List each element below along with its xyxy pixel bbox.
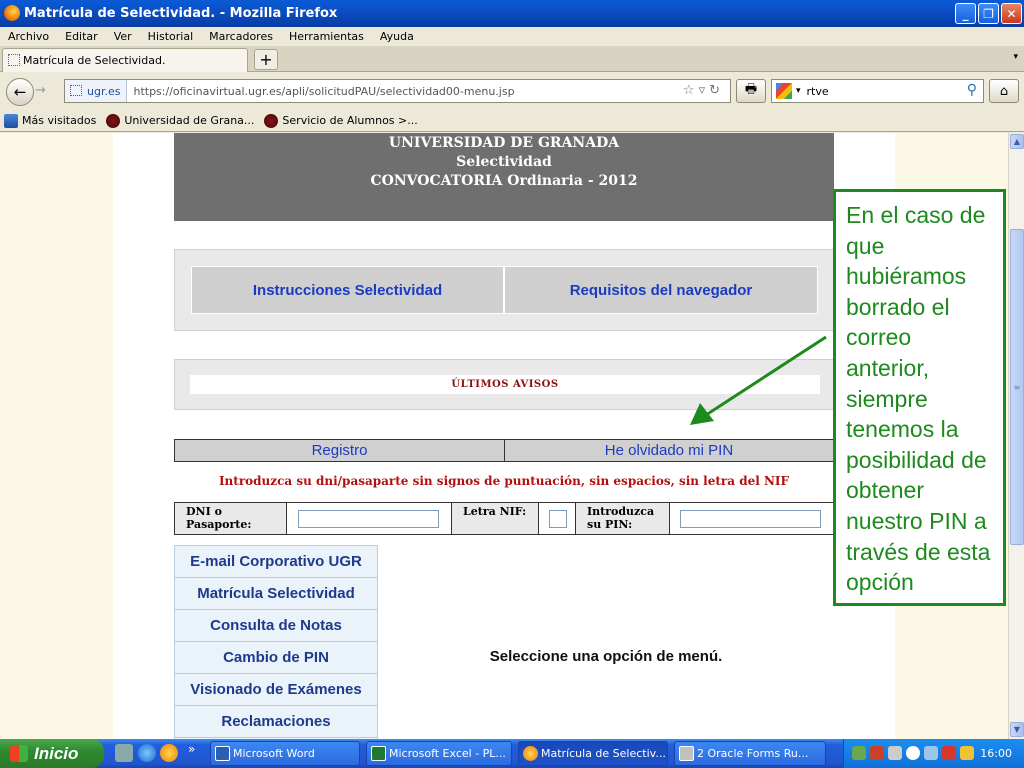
- search-bar[interactable]: ▾ rtve ⚲: [771, 79, 984, 103]
- search-input[interactable]: rtve: [807, 85, 829, 98]
- taskbar-label: Microsoft Excel - PL...: [389, 747, 506, 760]
- oracle-forms-icon: [679, 746, 694, 761]
- bookmark-universidad[interactable]: Universidad de Grana...: [106, 113, 255, 128]
- minimize-button[interactable]: _: [955, 3, 976, 24]
- taskbar-excel[interactable]: Microsoft Excel - PL...: [366, 741, 512, 766]
- taskbar-word[interactable]: Microsoft Word: [210, 741, 360, 766]
- bookmark-label: Servicio de Alumnos >...: [282, 114, 418, 127]
- firefox-quicklaunch-icon[interactable]: [160, 744, 178, 762]
- network-icon[interactable]: [852, 746, 866, 760]
- bookmarks-bar: Más visitados Universidad de Grana... Se…: [0, 110, 1024, 132]
- page-content: UNIVERSIDAD DE GRANADA Selectividad CONV…: [0, 133, 1008, 739]
- start-button[interactable]: Inicio: [0, 739, 104, 768]
- tab-matricula[interactable]: Matrícula de Selectividad.: [2, 48, 248, 72]
- tray-panda-icon[interactable]: [906, 746, 920, 760]
- site-identity-label: ugr.es: [87, 84, 121, 98]
- windows-logo-icon: [10, 745, 28, 762]
- google-icon[interactable]: [776, 83, 792, 99]
- tab-title: Matrícula de Selectividad.: [23, 54, 166, 67]
- bookmark-label: Universidad de Grana...: [124, 114, 255, 127]
- page-icon: [70, 85, 82, 96]
- excel-icon: [371, 746, 386, 761]
- ie-icon[interactable]: [138, 744, 156, 762]
- menu-herramientas[interactable]: Herramientas: [289, 30, 364, 43]
- url-input[interactable]: https://oficinavirtual.ugr.es/apli/solic…: [127, 85, 730, 98]
- tab-list-icon[interactable]: ▾: [1013, 52, 1018, 62]
- taskbar-label: Microsoft Word: [233, 747, 315, 760]
- ugr-logo-icon: [106, 113, 121, 128]
- bookmark-star-icon[interactable]: ☆▿↻: [683, 83, 724, 98]
- print-button[interactable]: 🖶: [736, 79, 766, 103]
- navigation-bar: ← → ugr.es https://oficinavirtual.ugr.es…: [0, 72, 1024, 110]
- search-engine-dropdown-icon[interactable]: ▾: [796, 86, 801, 96]
- maximize-button[interactable]: ❐: [978, 3, 999, 24]
- menu-archivo[interactable]: Archivo: [8, 30, 49, 43]
- page-icon: [8, 54, 20, 66]
- menu-ayuda[interactable]: Ayuda: [380, 30, 414, 43]
- bookmark-mas-visitados[interactable]: Más visitados: [4, 113, 97, 128]
- windows-taskbar: Inicio » Microsoft Word Microsoft Excel …: [0, 739, 1024, 768]
- clock: 16:00: [980, 747, 1012, 760]
- back-button[interactable]: ←: [6, 78, 34, 106]
- taskbar-oracle-forms[interactable]: 2 Oracle Forms Ru...: [674, 741, 826, 766]
- site-identity-badge[interactable]: ugr.es: [65, 80, 128, 102]
- antivirus-icon[interactable]: [870, 746, 884, 760]
- forward-button[interactable]: →: [35, 83, 57, 103]
- home-button[interactable]: ⌂: [989, 79, 1019, 103]
- menu-marcadores[interactable]: Marcadores: [209, 30, 273, 43]
- taskbar-label: Matrícula de Selectiv...: [541, 747, 666, 760]
- quicklaunch-more-icon[interactable]: »: [188, 742, 195, 756]
- menu-historial[interactable]: Historial: [148, 30, 193, 43]
- menu-editar[interactable]: Editar: [65, 30, 98, 43]
- scroll-down-button[interactable]: ▼: [1010, 722, 1024, 737]
- bookmark-label: Más visitados: [22, 114, 97, 127]
- close-button[interactable]: ✕: [1001, 3, 1022, 24]
- annotation-callout: En el caso de que hubiéramos borrado el …: [833, 189, 1006, 606]
- tray-alert-icon[interactable]: [942, 746, 956, 760]
- taskbar-firefox[interactable]: Matrícula de Selectiv...: [518, 741, 668, 766]
- word-icon: [215, 746, 230, 761]
- system-tray: 16:00: [843, 739, 1024, 768]
- firefox-icon: [4, 5, 20, 21]
- scroll-up-button[interactable]: ▲: [1010, 134, 1024, 149]
- tray-app-icon[interactable]: [888, 746, 902, 760]
- bookmark-servicio-alumnos[interactable]: Servicio de Alumnos >...: [264, 113, 418, 128]
- search-icon[interactable]: ⚲: [967, 82, 977, 98]
- tray-notification-icon[interactable]: [960, 746, 974, 760]
- bookmarks-folder-icon: [4, 113, 18, 128]
- taskbar-label: 2 Oracle Forms Ru...: [697, 747, 809, 760]
- tab-strip: Matrícula de Selectividad. + ▾: [0, 46, 1024, 72]
- menu-bar: Archivo Editar Ver Historial Marcadores …: [0, 27, 1024, 46]
- tray-app-icon[interactable]: [924, 746, 938, 760]
- vertical-scrollbar[interactable]: ▲ ≡ ▼: [1008, 133, 1024, 739]
- menu-ver[interactable]: Ver: [114, 30, 132, 43]
- scroll-thumb[interactable]: ≡: [1010, 229, 1024, 545]
- ugr-logo-icon: [264, 113, 279, 128]
- url-bar[interactable]: ugr.es https://oficinavirtual.ugr.es/apl…: [64, 79, 731, 103]
- new-tab-button[interactable]: +: [254, 49, 278, 70]
- start-label: Inicio: [34, 743, 79, 763]
- firefox-icon: [523, 746, 538, 761]
- desktop-icon[interactable]: [115, 744, 133, 762]
- window-title: Matrícula de Selectividad. - Mozilla Fir…: [24, 6, 338, 21]
- window-title-bar[interactable]: Matrícula de Selectividad. - Mozilla Fir…: [0, 0, 1024, 27]
